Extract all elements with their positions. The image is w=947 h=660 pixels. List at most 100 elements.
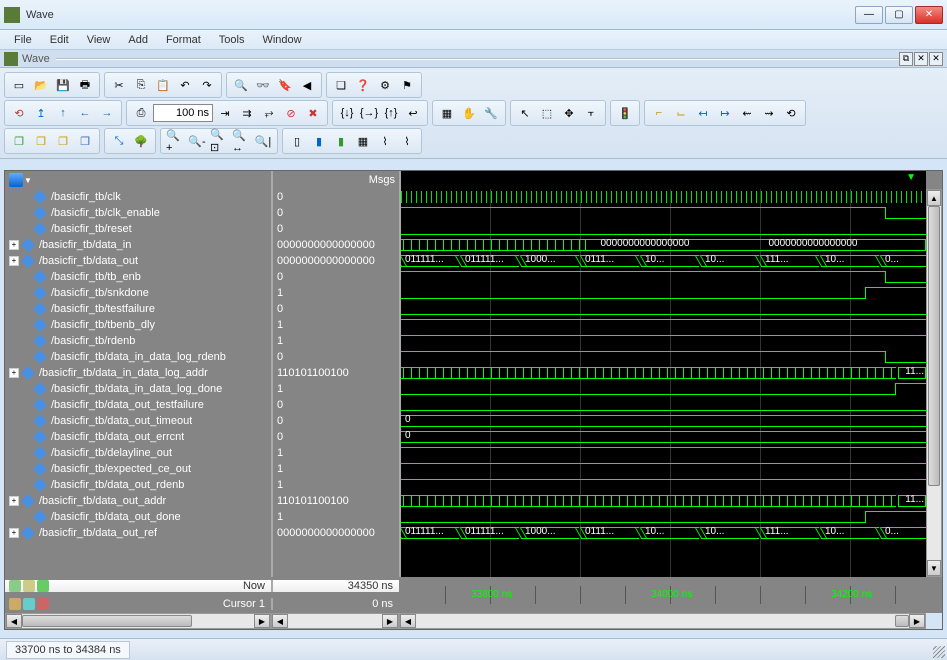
now-icon2[interactable]: [23, 580, 35, 592]
win4-icon[interactable]: ❐: [75, 131, 95, 151]
signal-row[interactable]: /basicfir_tb/data_in_data_log_rdenb: [5, 349, 271, 365]
open-icon[interactable]: 📂: [31, 75, 51, 95]
dock-icon[interactable]: ⧉: [899, 52, 913, 66]
undo-icon[interactable]: ↶: [175, 75, 195, 95]
signal-row[interactable]: /basicfir_tb/data_out_rdenb: [5, 477, 271, 493]
signal-row[interactable]: /basicfir_tb/data_out_errcnt: [5, 429, 271, 445]
expand-icon[interactable]: +: [9, 496, 19, 506]
layers-icon[interactable]: ❏: [331, 75, 351, 95]
copy-icon[interactable]: ⎘: [131, 75, 151, 95]
menu-view[interactable]: View: [79, 32, 119, 48]
cursor-lock-icon[interactable]: [9, 598, 21, 610]
run-all-icon[interactable]: ⇉: [237, 103, 257, 123]
wave-row[interactable]: [401, 397, 926, 413]
edge2-icon[interactable]: ⌙: [671, 103, 691, 123]
signal-row[interactable]: +/basicfir_tb/data_out_addr: [5, 493, 271, 509]
wave-panel[interactable]: 00000000000000000000000000000000011111..…: [399, 189, 926, 577]
win3-icon[interactable]: ❐: [53, 131, 73, 151]
edge7-icon[interactable]: ⟲: [781, 103, 801, 123]
next-icon[interactable]: →: [97, 103, 117, 123]
hscroll-thumb[interactable]: [895, 615, 909, 627]
menu-format[interactable]: Format: [158, 32, 209, 48]
zoom-full-icon[interactable]: 🔍⊡: [209, 131, 229, 151]
flag-icon[interactable]: ⚑: [397, 75, 417, 95]
time-input[interactable]: [153, 104, 213, 122]
minimize-button[interactable]: —: [855, 6, 883, 24]
signals-header-icon[interactable]: [9, 173, 23, 187]
zoom-cursor-icon[interactable]: 🔍|: [253, 131, 273, 151]
new-icon[interactable]: ▭: [9, 75, 29, 95]
hscroll-left-button[interactable]: ◀: [6, 614, 22, 628]
cursor-icon2[interactable]: [23, 598, 35, 610]
hscroll-right-button[interactable]: ▶: [909, 614, 925, 628]
wave-row[interactable]: 011111...011111...1000...0111...10...10.…: [401, 253, 926, 269]
zoom-in-icon[interactable]: 🔍+: [165, 131, 185, 151]
wave-row[interactable]: [401, 221, 926, 237]
now-add-icon[interactable]: [37, 580, 49, 592]
wave-row[interactable]: 0: [401, 429, 926, 445]
wave-row[interactable]: 11...: [401, 493, 926, 509]
zoom-out-icon[interactable]: 🔍-: [187, 131, 207, 151]
align-icon[interactable]: ⫟: [581, 103, 601, 123]
paste-icon[interactable]: 📋: [153, 75, 173, 95]
signal-row[interactable]: +/basicfir_tb/data_out: [5, 253, 271, 269]
cut-icon[interactable]: ✂: [109, 75, 129, 95]
time-marker-icon[interactable]: ▼: [906, 172, 916, 183]
signal-row[interactable]: /basicfir_tb/clk_enable: [5, 205, 271, 221]
menu-file[interactable]: File: [6, 32, 40, 48]
prev-icon[interactable]: ←: [75, 103, 95, 123]
signal-row[interactable]: /basicfir_tb/delayline_out: [5, 445, 271, 461]
expand-icon[interactable]: +: [9, 240, 19, 250]
wave-style4-icon[interactable]: ▦: [353, 131, 373, 151]
step-return-icon[interactable]: ↩: [403, 103, 423, 123]
now-icon1[interactable]: [9, 580, 21, 592]
wave-row[interactable]: [401, 461, 926, 477]
print-icon[interactable]: 🖶: [75, 75, 95, 95]
wave-row[interactable]: [401, 349, 926, 365]
edge4-icon[interactable]: ↦: [715, 103, 735, 123]
wave-style5-icon[interactable]: ⌇: [375, 131, 395, 151]
signal-row[interactable]: +/basicfir_tb/data_in_data_log_addr: [5, 365, 271, 381]
wave-row[interactable]: 011111...011111...1000...0111...10...10.…: [401, 525, 926, 541]
run-cont-icon[interactable]: ⥅: [259, 103, 279, 123]
hscroll-left-button[interactable]: ◀: [400, 614, 416, 628]
stop-icon[interactable]: ✖: [303, 103, 323, 123]
signal-row[interactable]: /basicfir_tb/clk: [5, 189, 271, 205]
wave-row[interactable]: [401, 189, 926, 205]
wave-row[interactable]: [401, 317, 926, 333]
bookmark-prev-icon[interactable]: ◀: [297, 75, 317, 95]
signal-row[interactable]: +/basicfir_tb/data_out_ref: [5, 525, 271, 541]
wave-style2-icon[interactable]: ▮: [309, 131, 329, 151]
resize-grip[interactable]: [933, 646, 945, 658]
hscroll-right-button[interactable]: ▶: [382, 614, 398, 628]
signal-row[interactable]: /basicfir_tb/data_out_done: [5, 509, 271, 525]
step-out-icon[interactable]: {↑}: [381, 103, 401, 123]
signal-row[interactable]: /basicfir_tb/tb_enb: [5, 269, 271, 285]
wave-style6-icon[interactable]: ⌇: [397, 131, 417, 151]
close-button[interactable]: ✕: [915, 6, 943, 24]
signal-row[interactable]: /basicfir_tb/reset: [5, 221, 271, 237]
expand-icon[interactable]: +: [9, 528, 19, 538]
redo-icon[interactable]: ↷: [197, 75, 217, 95]
hscroll-right-button[interactable]: ▶: [254, 614, 270, 628]
signal-row[interactable]: +/basicfir_tb/data_in: [5, 237, 271, 253]
vertical-scrollbar[interactable]: ▲ ▼: [926, 189, 942, 577]
edge6-icon[interactable]: ⇝: [759, 103, 779, 123]
edge1-icon[interactable]: ⌐: [649, 103, 669, 123]
dropdown-icon[interactable]: ▼: [24, 176, 32, 185]
move-icon[interactable]: ✥: [559, 103, 579, 123]
zoom-fit-icon[interactable]: 🔍↔: [231, 131, 251, 151]
break-icon[interactable]: ⊘: [281, 103, 301, 123]
step-into-icon[interactable]: {↓}: [337, 103, 357, 123]
up-icon[interactable]: ↑: [53, 103, 73, 123]
vscroll-up-button[interactable]: ▲: [927, 190, 941, 206]
hscroll-thumb[interactable]: [22, 615, 192, 627]
signal-row[interactable]: /basicfir_tb/testfailure: [5, 301, 271, 317]
step-back-icon[interactable]: ↥: [31, 103, 51, 123]
expand-icon[interactable]: ⤡: [109, 131, 129, 151]
menu-window[interactable]: Window: [254, 32, 309, 48]
hand-icon[interactable]: ✋: [459, 103, 479, 123]
wave-row[interactable]: [401, 445, 926, 461]
wave-row[interactable]: 11...: [401, 365, 926, 381]
wave-row[interactable]: [401, 477, 926, 493]
